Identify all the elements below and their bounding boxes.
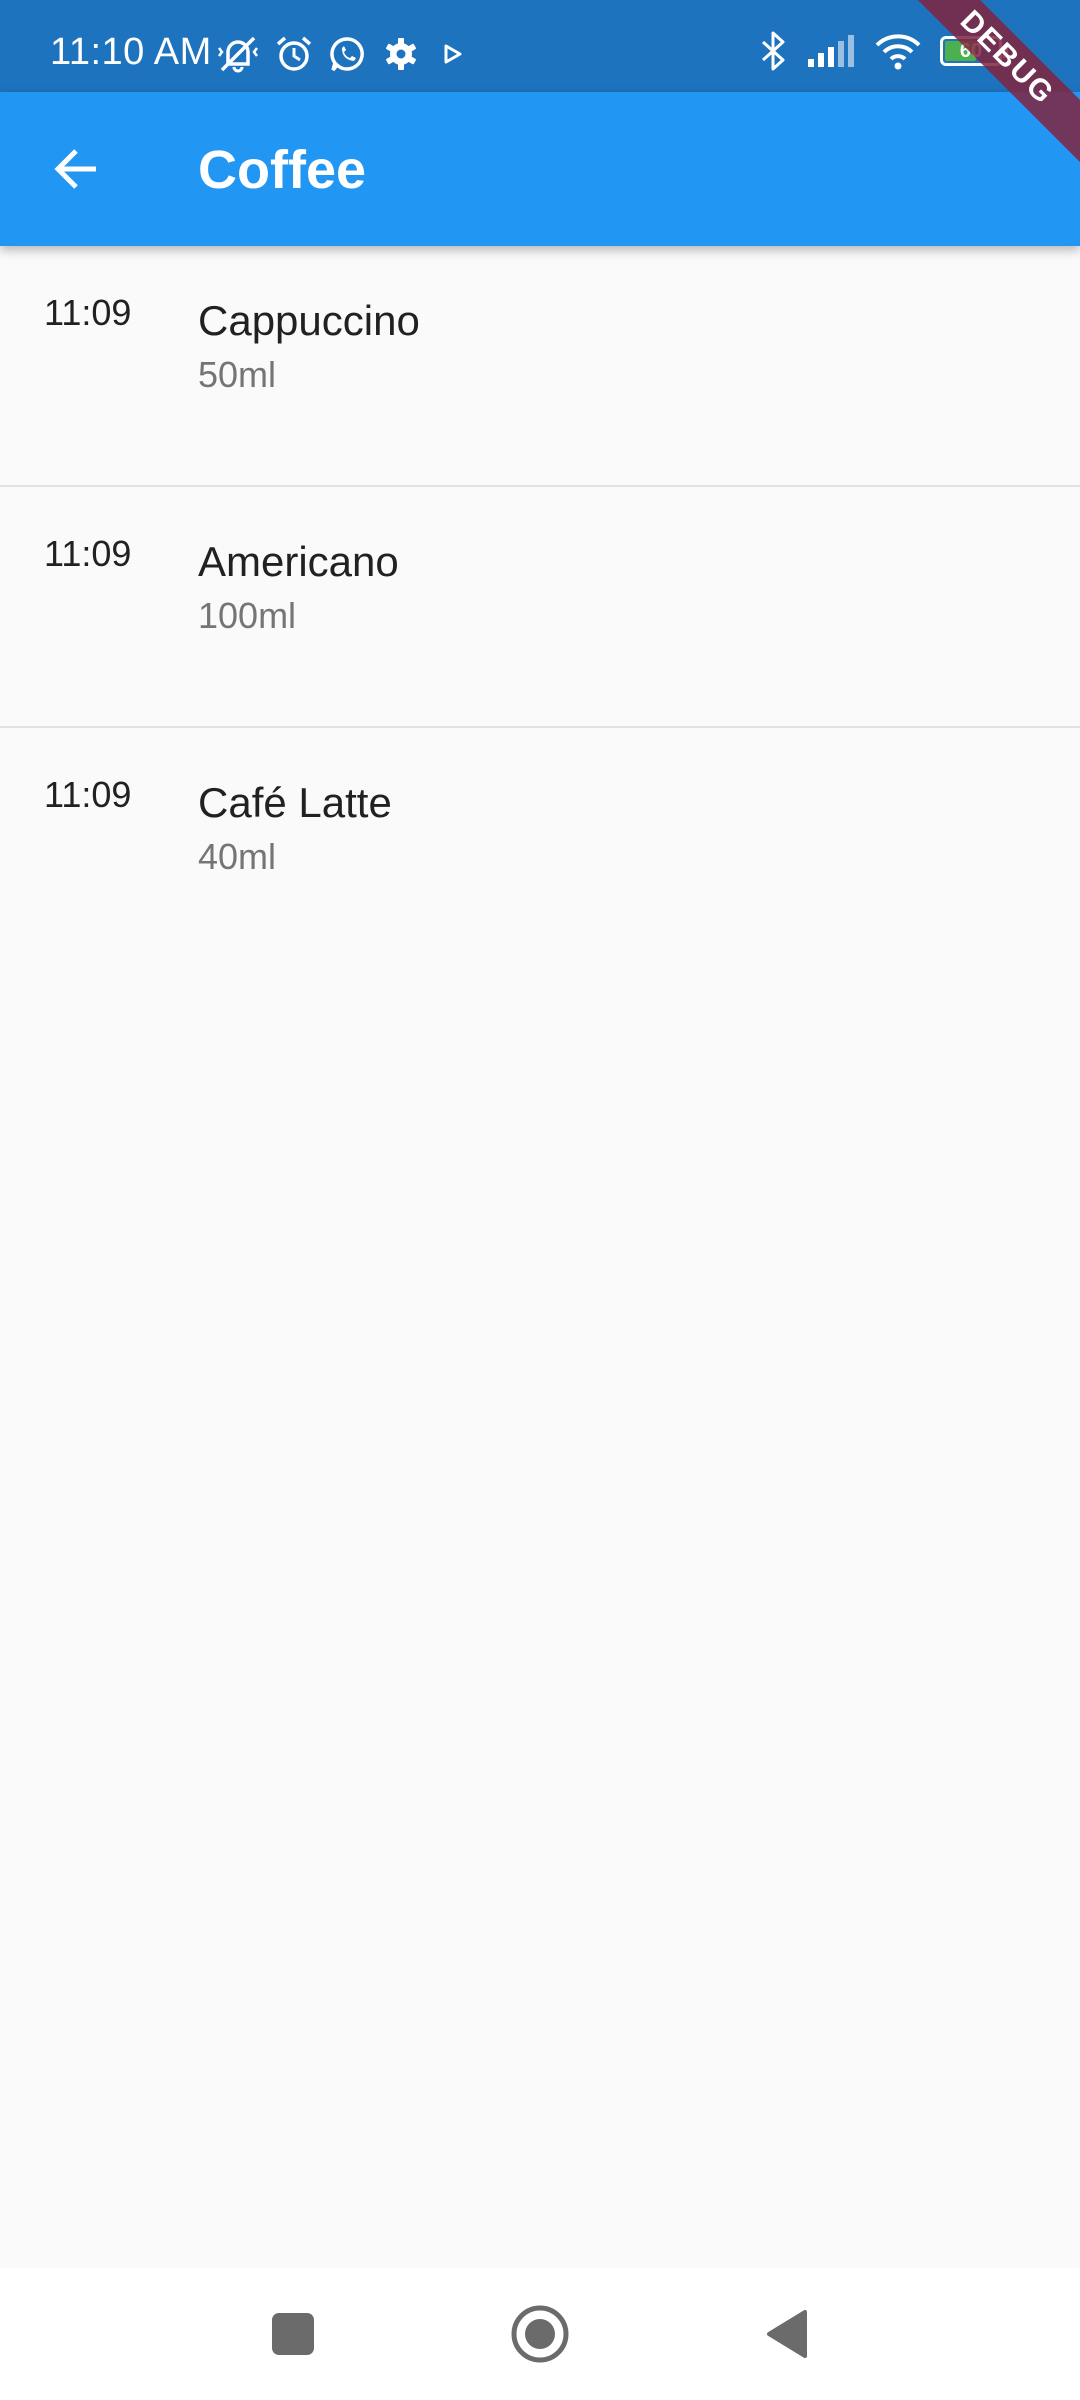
screen: 11:10 AM DEBUG Coffee 11:09 Cappuccino 5… xyxy=(0,0,1080,2400)
entry-name: Americano xyxy=(198,538,399,585)
entry-volume: 100ml xyxy=(198,595,297,636)
entry-volume: 40ml xyxy=(198,836,277,877)
bluetooth-icon xyxy=(761,31,785,71)
entry-name: Café Latte xyxy=(198,779,392,826)
app-bar: Coffee xyxy=(0,92,1080,246)
recents-square-icon xyxy=(272,2313,314,2355)
entry-time: 11:09 xyxy=(44,533,132,574)
entry-name: Cappuccino xyxy=(198,297,420,344)
recents-button[interactable] xyxy=(257,2298,329,2370)
whatsapp-icon xyxy=(330,37,364,72)
alarm-icon xyxy=(276,36,312,71)
list-item[interactable]: 11:09 Cappuccino 50ml xyxy=(0,246,1080,487)
play-icon xyxy=(444,44,462,64)
arrow-back-icon xyxy=(54,149,96,189)
status-time: 11:10 AM xyxy=(50,31,212,73)
back-triangle-icon xyxy=(767,2310,807,2358)
entry-time: 11:09 xyxy=(44,292,132,333)
system-nav-bar xyxy=(0,2268,1080,2400)
list-item[interactable]: 11:09 Café Latte 40ml xyxy=(0,728,1080,969)
coffee-list: 11:09 Cappuccino 50ml 11:09 Americano 10… xyxy=(0,246,1080,969)
entry-volume: 50ml xyxy=(198,354,277,395)
home-circle-icon xyxy=(511,2305,569,2363)
home-button[interactable] xyxy=(504,2298,576,2370)
settings-icon xyxy=(386,38,416,70)
status-left-icons xyxy=(216,34,470,74)
list-item[interactable]: 11:09 Americano 100ml xyxy=(0,487,1080,728)
signal-icon xyxy=(808,35,854,67)
entry-time: 11:09 xyxy=(44,774,132,815)
back-button[interactable] xyxy=(30,123,122,215)
wifi-icon xyxy=(875,34,921,70)
back-nav-button[interactable] xyxy=(751,2298,823,2370)
mute-vibrate-icon xyxy=(218,36,258,73)
page-title: Coffee xyxy=(198,140,367,200)
status-bar: 11:10 AM DEBUG xyxy=(0,0,1080,177)
